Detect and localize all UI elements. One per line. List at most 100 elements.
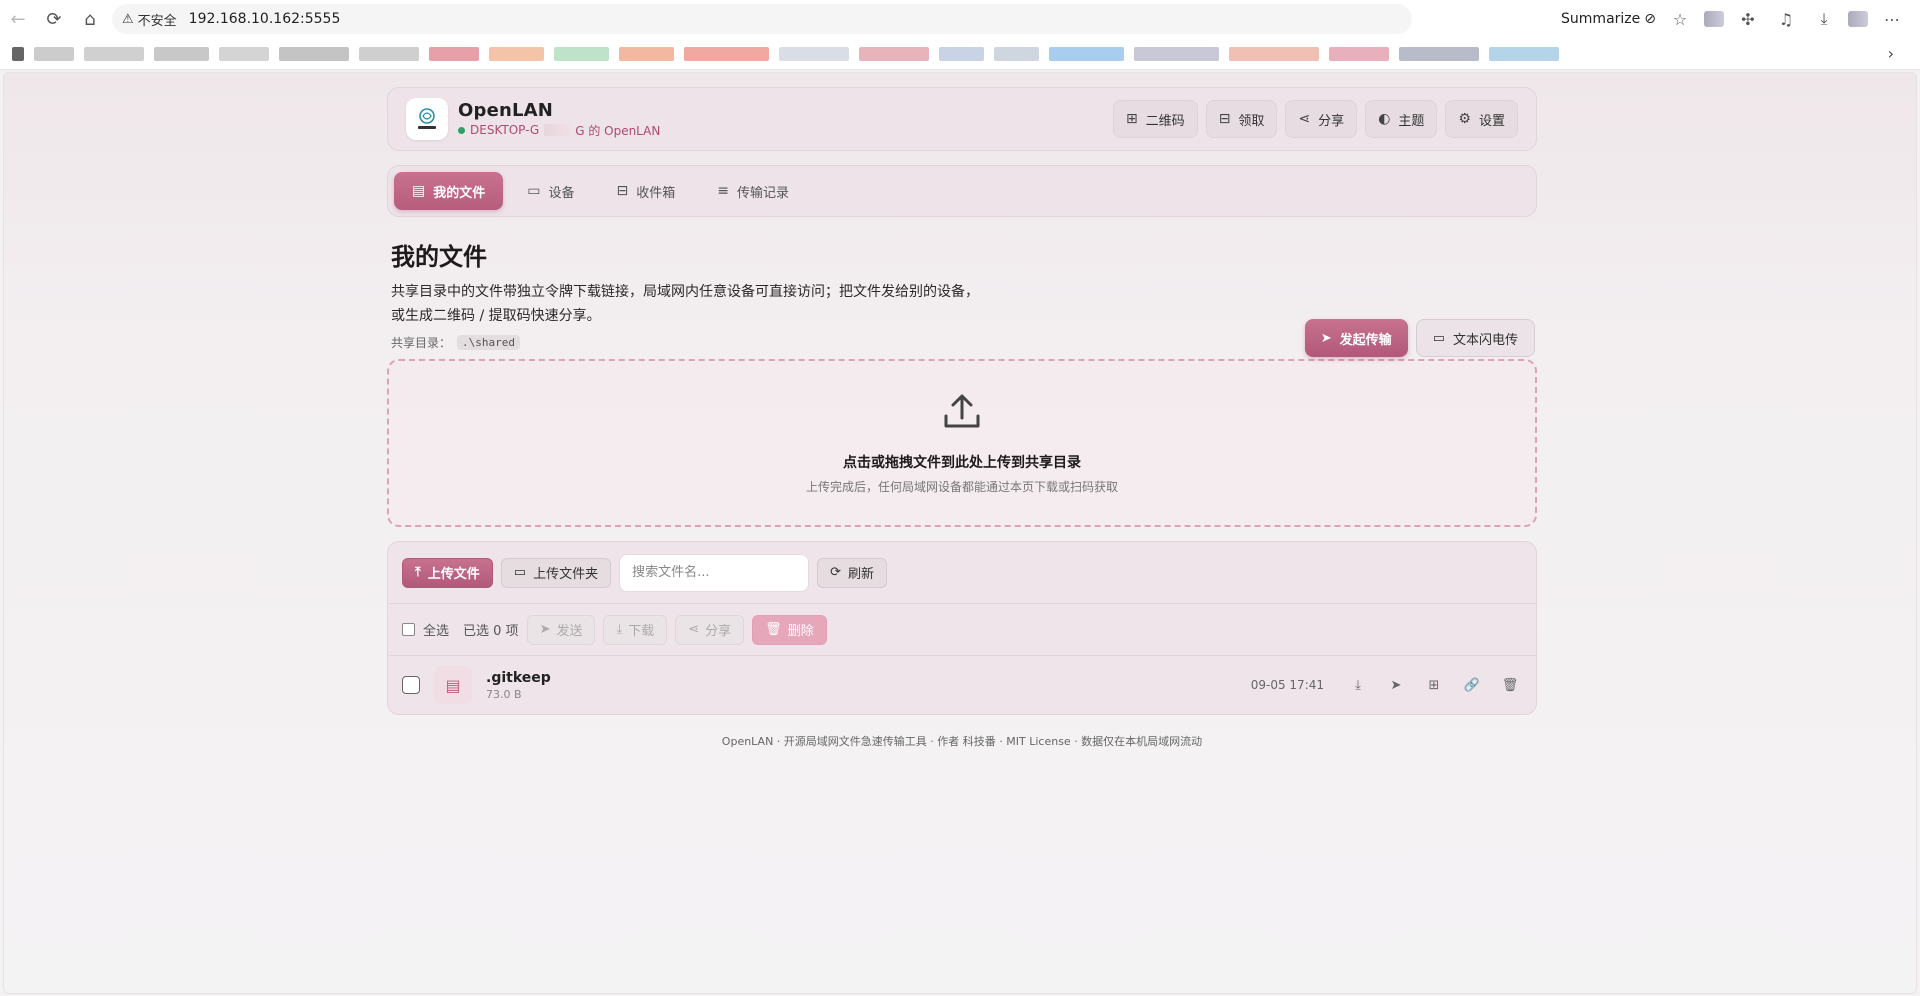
bookmark-item[interactable] [34,46,74,61]
file-toolbar: ⤒ 上传文件 ▭ 上传文件夹 ⟳ 刷新 [388,542,1536,604]
bookmark-item[interactable] [489,46,544,61]
claim-button[interactable]: ⊟ 领取 [1205,100,1278,138]
bulk-download-button[interactable]: ⤓ 下载 [603,614,668,645]
tab-my-files[interactable]: ▤ 我的文件 [394,172,504,210]
settings-button[interactable]: ⚙ 设置 [1445,100,1518,138]
refresh-button[interactable]: ⟳ 刷新 [817,557,887,588]
refresh-label: 刷新 [847,567,874,582]
upload-folder-label: 上传文件夹 [533,567,599,582]
send-icon: ➤ [539,622,551,637]
qr-icon: ⊞ [1125,111,1138,127]
theme-button[interactable]: ◐ 主题 [1365,100,1438,138]
qr-icon[interactable]: ⊞ [1422,673,1446,697]
upload-file-label: 上传文件 [427,567,480,582]
refresh-icon: ⟳ [830,565,841,580]
home-icon[interactable]: ⌂ [72,1,108,37]
extension-icon[interactable] [1704,11,1724,27]
bookmark-item[interactable] [684,46,769,61]
star-icon[interactable]: ☆ [1666,5,1694,33]
bookmark-item[interactable] [219,46,269,61]
reload-icon[interactable]: ⟳ [36,1,72,37]
tab-devices[interactable]: ▭ 设备 [509,172,592,210]
share-button[interactable]: ⋖ 分享 [1285,100,1358,138]
folder-icon: ▭ [513,565,527,580]
menu-icon[interactable]: ⋯ [1878,5,1906,33]
bookmark-item[interactable] [1229,46,1319,61]
bookmark-item[interactable] [554,46,609,61]
bookmark-item[interactable] [859,46,929,61]
claim-label: 领取 [1238,113,1265,129]
online-status-icon [458,126,465,134]
page-title: 我的文件 [391,243,487,271]
bookmark-item[interactable] [1329,46,1389,61]
download-icon[interactable]: ⤓ [1346,673,1370,697]
url-text: 192.168.10.162:5555 [188,11,341,27]
bookmark-item[interactable] [1134,46,1219,61]
bookmark-item[interactable] [429,46,479,61]
start-transfer-button[interactable]: ➤ 发起传输 [1304,319,1408,357]
bulk-share-button[interactable]: ⋖ 分享 [675,614,745,645]
bookmark-item[interactable] [84,46,144,61]
bookmark-item[interactable] [994,46,1039,61]
bulk-send-button[interactable]: ➤ 发送 [526,614,596,645]
share-icon: ⋖ [1298,111,1311,127]
gear-icon: ⚙ [1458,111,1471,127]
bookmark-item[interactable] [1399,46,1479,61]
share-dir-value: .\shared [457,335,520,350]
puzzle-icon[interactable]: ✣ [1734,5,1762,33]
upload-arrow-icon [944,394,980,427]
address-bar[interactable]: ⚠ 不安全 192.168.10.162:5555 [112,4,1412,34]
bookmark-item[interactable] [1489,46,1559,61]
share-icon: ⋖ [688,622,700,637]
bookmarks-more-icon[interactable]: › [1888,44,1894,63]
main-tabs: ▤ 我的文件 ▭ 设备 ⊟ 收件箱 ≡ 传输记录 [387,165,1537,217]
bookmark-folder-icon[interactable] [12,46,24,61]
file-row[interactable]: ▤ .gitkeep 73.0 B 09-05 17:41 ⤓ ➤ ⊞ 🔗 🗑 [388,656,1536,714]
bookmarks-bar [0,38,1920,70]
bookmark-item[interactable] [779,46,849,61]
upload-folder-button[interactable]: ▭ 上传文件夹 [500,557,612,588]
section-header: 我的文件 共享目录中的文件带独立令牌下载链接，局域网内任意设备可直接访问；把文件… [387,237,1537,357]
trash-icon: 🗑 [765,622,782,637]
back-icon[interactable]: ← [0,1,36,37]
link-icon[interactable]: 🔗 [1460,673,1484,697]
media-icon[interactable]: ♫ [1772,5,1800,33]
warning-icon: ⚠ [122,11,134,27]
dropzone-subtitle: 上传完成后，任何局域网设备都能通过本页下载或扫码获取 [805,479,1118,494]
start-transfer-label: 发起传输 [1339,332,1392,348]
bulk-delete-label: 删除 [787,624,814,639]
bookmark-item[interactable] [154,46,209,61]
bookmark-item[interactable] [279,46,349,61]
profile-icon[interactable] [1848,11,1868,27]
text-flash-button[interactable]: ▭ 文本闪电传 [1415,319,1535,357]
send-icon[interactable]: ➤ [1384,673,1408,697]
header-actions: ⊞ 二维码 ⊟ 领取 ⋖ 分享 ◐ 主题 ⚙ 设置 [1112,100,1518,138]
upload-dropzone[interactable]: 点击或拖拽文件到此处上传到共享目录 上传完成后，任何局域网设备都能通过本页下载或… [387,359,1537,527]
bookmark-item[interactable] [1049,46,1124,61]
summarize-button[interactable]: Summarize ⊘ [1561,11,1656,27]
bookmark-item[interactable] [939,46,984,61]
bookmark-item[interactable] [359,46,419,61]
app-name: OpenLAN [458,99,554,121]
search-input[interactable] [619,553,810,592]
inbox-icon: ⊟ [616,183,629,199]
select-all-checkbox[interactable] [402,623,415,636]
trash-icon[interactable]: 🗑 [1498,673,1522,697]
dropzone-title: 点击或拖拽文件到此处上传到共享目录 [843,454,1081,471]
tab-label: 设备 [548,185,575,201]
file-time: 09-05 17:41 [1250,678,1324,692]
file-checkbox[interactable] [402,676,420,694]
bulk-share-label: 分享 [705,624,732,639]
bulk-delete-button[interactable]: 🗑 删除 [752,614,827,645]
theme-label: 主题 [1398,113,1425,129]
app-header: OpenLAN DESKTOP-G G 的 OpenLAN ⊞ 二维码 ⊟ 领取 … [387,87,1537,151]
bookmark-item[interactable] [619,46,674,61]
qr-button[interactable]: ⊞ 二维码 [1112,100,1198,138]
tab-transfer-history[interactable]: ≡ 传输记录 [699,172,807,210]
upload-file-button[interactable]: ⤒ 上传文件 [402,557,493,588]
qr-label: 二维码 [1145,113,1185,129]
tab-inbox[interactable]: ⊟ 收件箱 [599,172,694,210]
share-dir-label: 共享目录： [391,336,452,350]
download-icon[interactable]: ⤓ [1810,5,1838,33]
summarize-icon: ⊘ [1644,11,1656,27]
